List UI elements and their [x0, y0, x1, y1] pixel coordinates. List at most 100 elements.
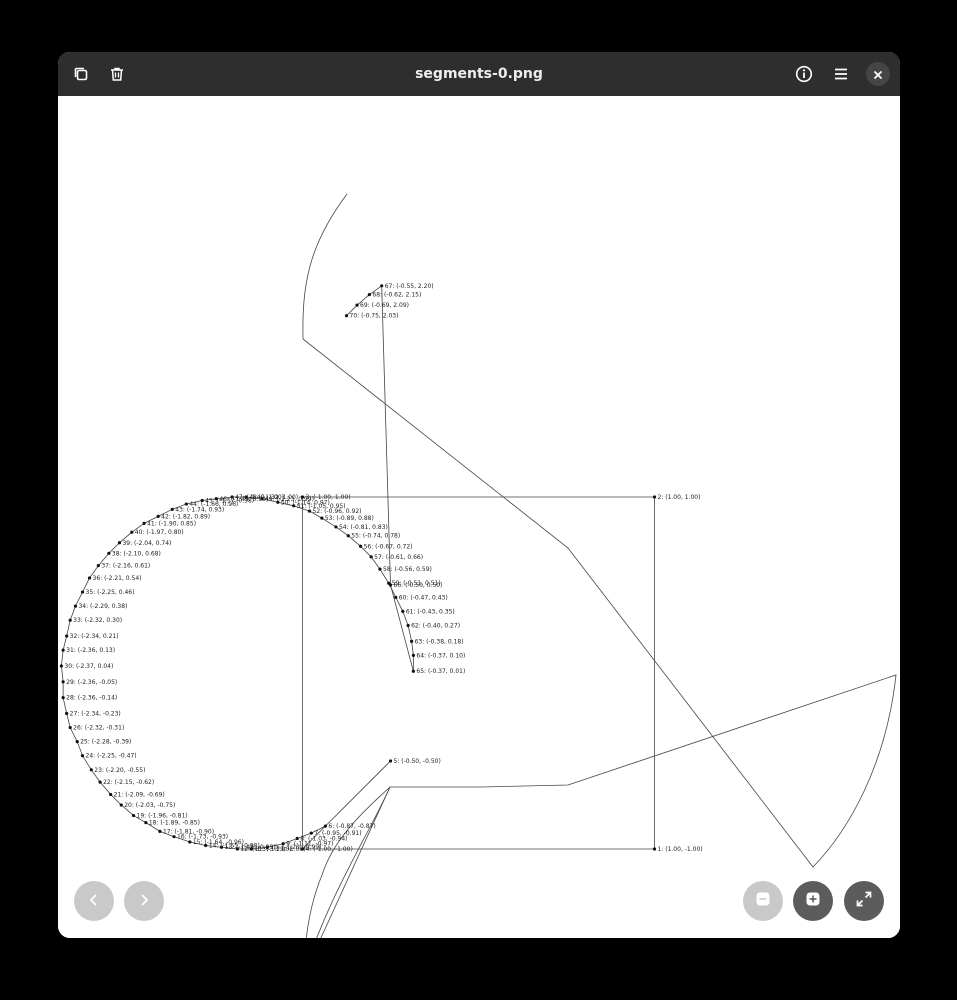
plot-point-marker [344, 314, 349, 318]
plot-point-label: 22: (-2.15, -0.62) [103, 779, 154, 786]
plot-point-label: 19: (-1.96, -0.81) [137, 813, 188, 820]
plot-point-marker [61, 696, 65, 700]
plot-point-marker [380, 284, 384, 288]
image-viewer-window: segments-0.png 1: (1.00, -1.00) 2: (1.00,… [58, 52, 900, 938]
plot-point-label: 55: (-0.74, 0.78) [351, 533, 400, 540]
fullscreen-button[interactable] [844, 881, 884, 921]
plot-point-label: 31: (-2.36, 0.13) [66, 647, 115, 654]
plot-point-marker [75, 740, 79, 744]
plot-point-marker [119, 803, 123, 807]
plot-point-marker [394, 595, 398, 599]
plot-point-marker [130, 530, 134, 534]
plot-point-marker [411, 653, 415, 658]
trash-icon [109, 66, 125, 82]
zoom-in-button[interactable] [793, 881, 833, 921]
plot-point-marker [61, 680, 65, 684]
previous-image-button[interactable] [74, 881, 114, 921]
plot-point-marker [388, 759, 393, 763]
plot-point-label: 68: (-0.62, 2.15) [372, 292, 421, 299]
plot-point-marker [68, 618, 72, 622]
plot-point-label: 67: (-0.55, 2.20) [385, 283, 434, 290]
plot-point-label: 41: (-1.90, 0.85) [147, 520, 196, 527]
plot-point-marker [80, 754, 85, 758]
plot-point-marker [131, 813, 136, 818]
plot-point-label: 32: (-2.34, 0.21) [70, 633, 119, 640]
copy-button[interactable] [66, 59, 96, 89]
plot-point-marker [80, 590, 85, 594]
plot-point-label: 18: (-1.89, -0.85) [149, 820, 200, 827]
plot-point-marker [98, 780, 102, 784]
plot-point-label: 54: (-0.81, 0.83) [339, 524, 388, 531]
plot-point-label: 20: (-2.03, -0.75) [124, 802, 175, 809]
plot-point-marker [73, 604, 78, 608]
plot-point-marker [652, 847, 657, 851]
segments-plot: 1: (1.00, -1.00)2: (1.00, 1.00)3: (-1.00… [59, 193, 897, 938]
plot-point-label: 62: (-0.40, 0.27) [411, 622, 460, 629]
plot-point-label: 64: (-0.37, 0.10) [416, 652, 465, 659]
plot-point-label: 40: (-1.97, 0.80) [135, 529, 184, 536]
plot-point-marker [369, 555, 373, 559]
plot-point-marker [65, 711, 69, 716]
plot-arc [316, 786, 391, 938]
plot-point-marker [96, 564, 100, 568]
plot-point-label: 34: (-2.29, 0.38) [78, 603, 127, 610]
plot-point-marker [411, 669, 415, 673]
plot-point-marker [378, 567, 382, 571]
fullscreen-icon [855, 890, 873, 912]
plot-point-marker [188, 840, 192, 844]
copy-icon [73, 66, 89, 82]
zoom-out-button[interactable] [743, 881, 783, 921]
plot-point-label: 17: (-1.81, -0.90) [163, 828, 214, 835]
plot-point-marker [307, 509, 312, 513]
plot-point-label: 52: (-0.96, 0.92) [313, 508, 362, 515]
chevron-left-icon [87, 892, 101, 911]
image-canvas: 1: (1.00, -1.00) 2: (1.00, 1.00) 3: (-1.00… [58, 96, 900, 938]
plot-segment [60, 650, 64, 667]
plot-point-label: 69: (-0.69, 2.09) [360, 302, 409, 309]
plot-point-label: 25: (-2.28, -0.39) [80, 739, 131, 746]
plot-point-marker [652, 495, 657, 499]
plot-point-marker [346, 534, 350, 538]
plot-point-marker [410, 639, 414, 643]
plot-point-label: 70: (-0.75, 2.03) [350, 313, 399, 320]
info-button[interactable] [789, 59, 819, 89]
plot-point-marker [406, 623, 410, 628]
plot-point-label: 2: (1.00, 1.00) [658, 494, 701, 501]
plot-point-marker [61, 648, 65, 652]
plot-point-label: 33: (-2.32, 0.30) [73, 617, 122, 624]
plot-point-marker [107, 551, 111, 555]
plot-point-label: 38: (-2.10, 0.68) [112, 550, 161, 557]
plot-point-label: 28: (-2.36, -0.14) [66, 695, 117, 702]
plot-point-marker [68, 725, 72, 730]
plot-point-label: 23: (-2.20, -0.55) [94, 767, 145, 774]
plot-point-marker [158, 829, 162, 834]
plot-point-marker [358, 544, 363, 548]
plot-point-label: 6: (-0.87, -0.87) [328, 823, 375, 830]
main-menu-button[interactable] [826, 59, 856, 89]
plot-point-marker [295, 836, 299, 841]
next-image-button[interactable] [124, 881, 164, 921]
chevron-right-icon [137, 892, 151, 911]
plot-point-marker [142, 521, 146, 525]
info-icon [795, 65, 813, 83]
plot-point-marker [117, 541, 122, 545]
plot-point-label: 56: (-0.67, 0.72) [364, 543, 413, 550]
plot-segment [381, 285, 391, 586]
plot-point-label: 60: (-0.47, 0.43) [399, 594, 448, 601]
plot-point-marker [170, 507, 174, 511]
close-button[interactable] [866, 62, 890, 86]
hamburger-menu-icon [833, 66, 849, 82]
plot-point-label: 1: (1.00, -1.00) [658, 846, 703, 853]
plot-point-marker [320, 516, 324, 520]
plot-point-marker [156, 514, 160, 518]
plot-point-label: 26: (-2.32, -0.31) [73, 725, 124, 732]
plot-point-marker [89, 768, 93, 772]
plot-point-label: 37: (-2.16, 0.61) [101, 563, 150, 570]
plot-point-label: 65: (-0.37, 0.01) [416, 668, 465, 675]
delete-button[interactable] [102, 59, 132, 89]
plot-point-label: 63: (-0.38, 0.18) [415, 638, 464, 645]
plot-point-label: 58: (-0.56, 0.59) [383, 566, 432, 573]
plot-point-marker [401, 609, 405, 614]
plot-point-label: 57: (-0.61, 0.66) [374, 554, 423, 561]
plot-segment [411, 641, 414, 656]
